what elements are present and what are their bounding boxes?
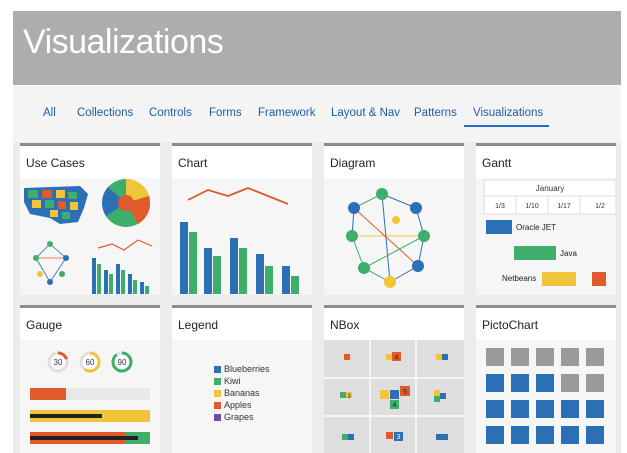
page-title: Visualizations [23,23,224,61]
legend-item: Blueberries [214,364,270,374]
gauge-value: 90 [118,358,127,367]
legend-swatch [214,414,221,421]
card-preview [20,178,160,295]
gantt-task-bar [514,246,556,260]
card-title: NBox [330,318,360,332]
tab-layout-nav[interactable]: Layout & Nav [331,107,400,119]
gantt-task-bar [592,272,606,286]
nbox-count: 5 [403,389,407,396]
legend-item: Kiwi [214,376,241,386]
card-nbox[interactable]: NBox 4 3 5 4 3 [324,305,464,453]
card-chart[interactable]: Chart [172,143,312,295]
legend-item: Bananas [214,388,260,398]
gauge-dial: 60 [79,351,101,373]
gantt-date-label: 1/10 [525,203,539,210]
active-tab-indicator [464,125,549,127]
card-diagram[interactable]: Diagram [324,143,464,295]
gauge-dial: 30 [47,351,69,373]
gauge-value: 30 [54,358,63,367]
gantt-month-label: January [536,184,564,193]
tab-patterns[interactable]: Patterns [414,107,457,119]
card-pictochart[interactable]: PictoChart [476,305,616,453]
card-preview: 30 60 90 [20,340,160,453]
nbox-count: 4 [393,402,397,409]
card-title: PictoChart [482,318,539,332]
card-preview: Blueberries Kiwi Bananas Apples Grapes [172,340,312,453]
tab-all[interactable]: All [43,107,56,119]
gantt-task-label: Oracle JET [516,223,556,232]
gantt-task-bar [542,272,576,286]
gantt-task-bar [486,220,512,234]
card-gantt[interactable]: Gantt January 1/3 1/10 1/17 1/2 Oracle J… [476,143,616,295]
gantt-preview-graphic: January 1/3 1/10 1/17 1/2 Oracle JET Jav… [483,179,616,286]
nbox-preview-graphic: 4 3 5 4 3 [324,340,464,453]
diagram-preview-graphic [346,188,430,288]
card-title: Use Cases [26,156,85,170]
gantt-task-label: Java [560,249,577,258]
nbox-count: 4 [395,355,399,362]
card-title: Legend [178,318,219,332]
tab-collections[interactable]: Collections [77,107,133,119]
page-header: Visualizations [13,11,621,85]
card-legend[interactable]: Legend Blueberries Kiwi Bananas Apples G… [172,305,312,453]
tab-controls[interactable]: Controls [149,107,192,119]
tab-forms[interactable]: Forms [209,107,242,119]
card-preview: 4 3 5 4 3 [324,340,464,453]
gantt-date-label: 1/17 [557,203,571,210]
card-title: Chart [178,156,208,170]
legend-item: Apples [214,400,252,410]
legend-swatch [214,378,221,385]
card-preview [476,340,616,453]
use-cases-preview-graphic [24,178,153,294]
pictochart-preview-graphic [486,348,604,444]
card-title: Gauge [26,318,63,332]
tab-framework[interactable]: Framework [258,107,316,119]
gantt-date-label: 1/3 [495,203,505,210]
network-thumbnail [33,241,69,285]
us-map-thumbnail [24,186,88,224]
gauge-dial: 90 [111,351,133,373]
legend-swatch [214,390,221,397]
legend-swatch [214,366,221,373]
nbox-count: 3 [397,434,401,441]
card-gauge[interactable]: Gauge 30 60 90 [20,305,160,453]
card-preview [324,178,464,295]
chart-preview-graphic [180,187,299,294]
card-title: Gantt [482,156,512,170]
mini-chart-thumbnail [92,239,153,294]
gantt-date-label: 1/2 [595,203,605,210]
card-preview: January 1/3 1/10 1/17 1/2 Oracle JET Jav… [476,178,616,295]
card-title: Diagram [330,156,376,170]
page: Visualizations All Collections Controls … [0,0,627,453]
card-use-cases[interactable]: Use Cases [20,143,160,295]
card-preview [172,178,312,295]
legend-item: Grapes [214,412,254,422]
category-tabs: All Collections Controls Forms Framework… [13,86,621,142]
gauge-value: 60 [86,358,95,367]
tab-visualizations[interactable]: Visualizations [473,107,543,119]
sunburst-thumbnail [102,178,151,227]
legend-swatch [214,402,221,409]
gauge-preview-graphic: 30 60 90 [30,351,150,444]
gantt-task-label: Netbeans [502,274,536,283]
